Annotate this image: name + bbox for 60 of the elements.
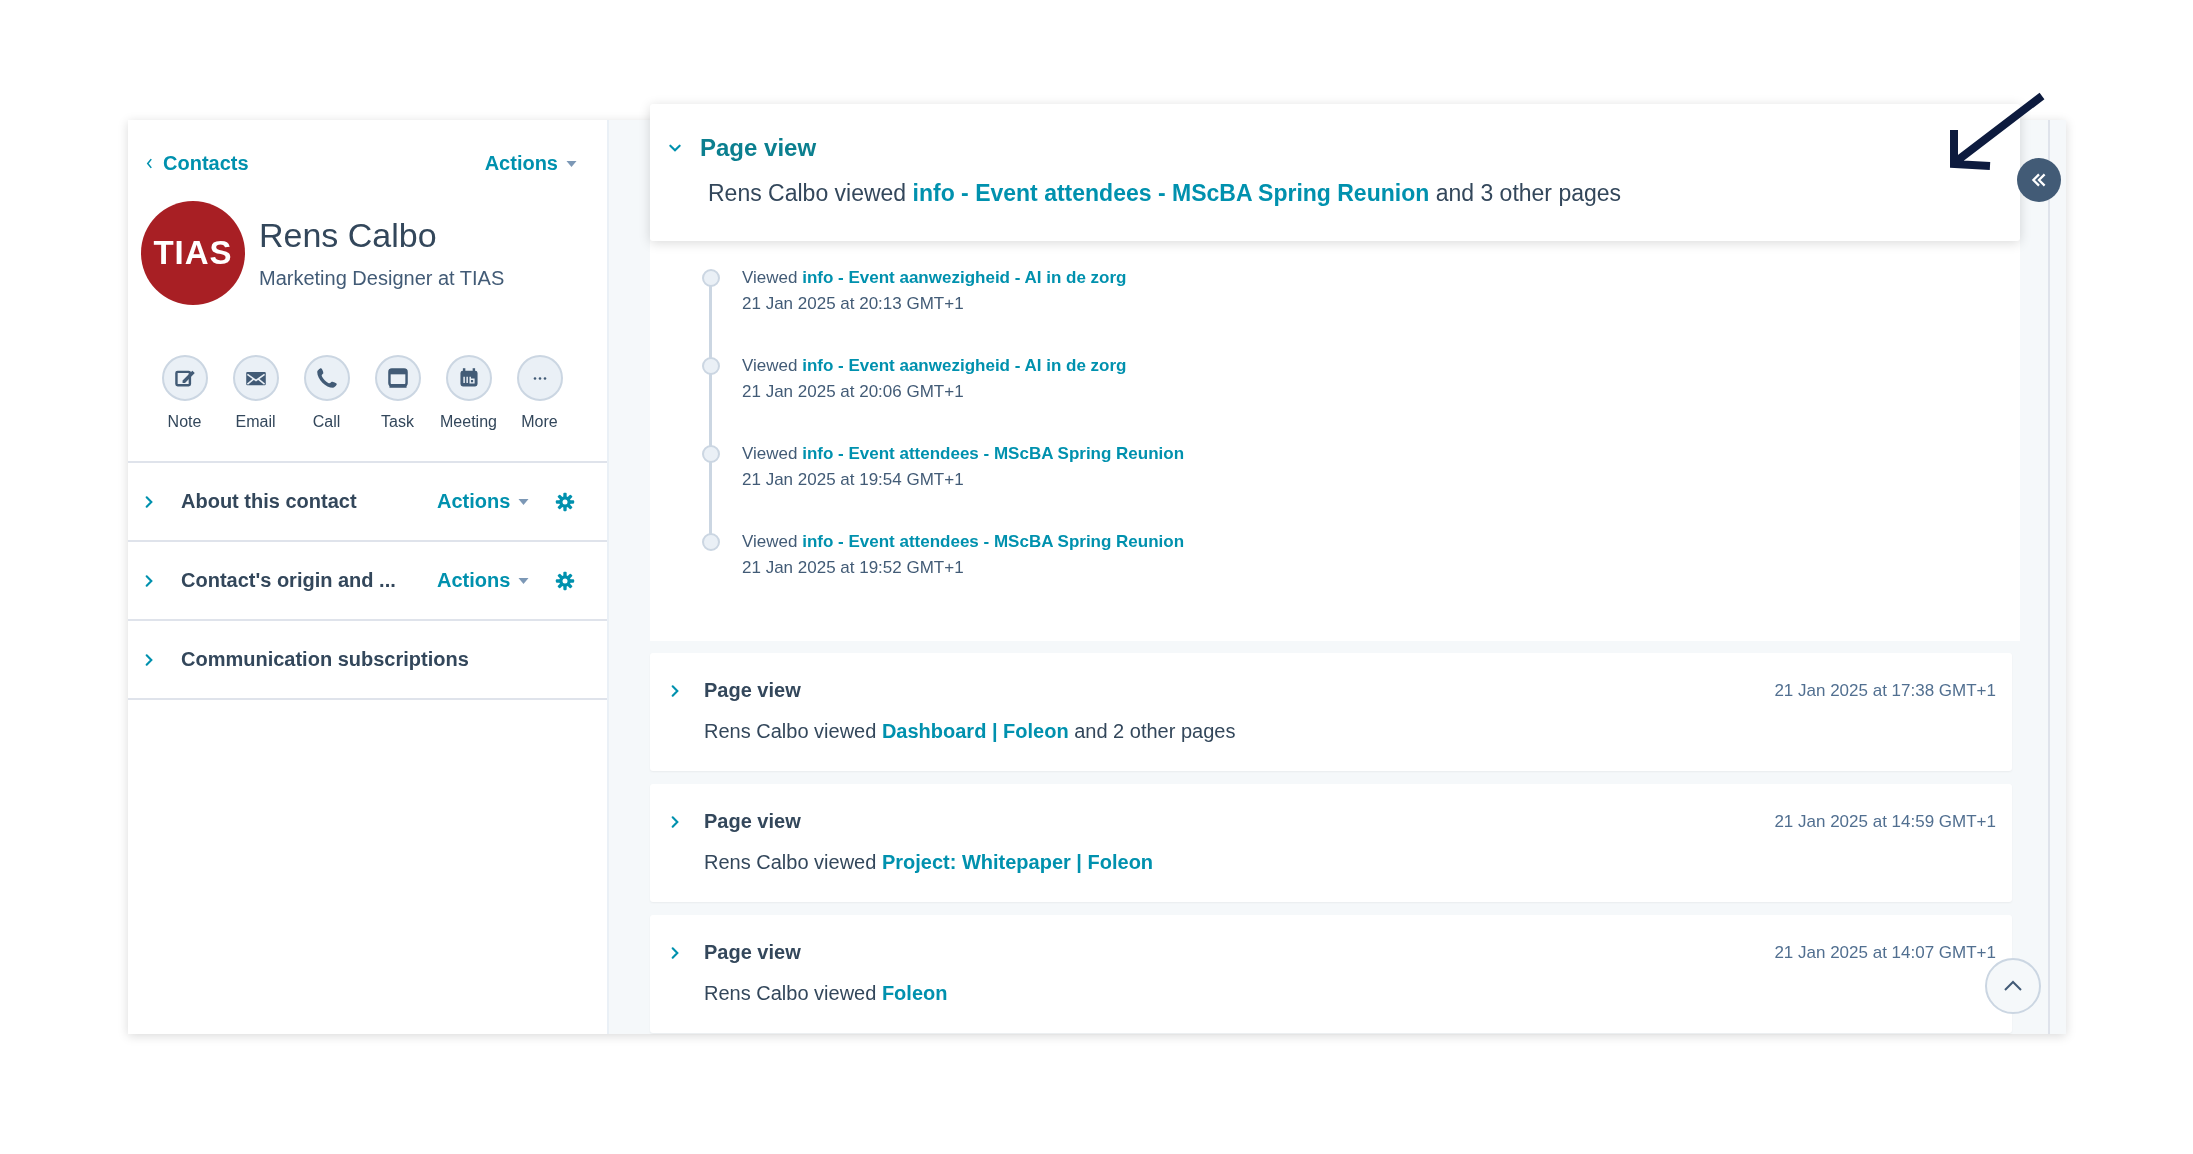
quick-action-label: Task: [381, 413, 414, 431]
quick-action-label: Call: [312, 413, 341, 431]
actions-dropdown[interactable]: Actions: [437, 490, 530, 513]
activity-summary: Rens Calbo viewed Dashboard | Foleon and 2 other pages: [704, 720, 1237, 743]
activity-title[interactable]: Page view: [704, 679, 1775, 702]
job-title: Marketing Designer at TIAS: [259, 267, 505, 290]
timestamp: 21 Jan 2025 at 20:06 GMT+1: [742, 381, 965, 403]
caret-icon: [566, 160, 577, 167]
timestamp: 21 Jan 2025 at 19:52 GMT+1: [742, 557, 965, 579]
contact-name: Rens Calbo: [259, 216, 438, 255]
timeline-entry: Viewed info - Event attendees - MScBA Spring Reunion: [742, 531, 1185, 553]
chevron-up-icon: [2003, 980, 2023, 992]
page-link[interactable]: info - Event attendees - MScBA Spring Reunion: [912, 180, 1430, 206]
task-icon: [386, 367, 409, 389]
quick-action-button[interactable]: Meeting: [433, 355, 504, 431]
timestamp: 21 Jan 2025 at 14:59 GMT+1: [1774, 811, 1996, 832]
settings-icon[interactable]: [555, 570, 576, 591]
quick-action-button[interactable]: Email: [220, 355, 291, 431]
caret-icon: [518, 498, 530, 505]
timestamp: 21 Jan 2025 at 19:54 GMT+1: [742, 469, 965, 491]
company-logo: TIAS: [141, 201, 245, 305]
page-link[interactable]: Project: Whitepaper | Foleon: [881, 851, 1154, 873]
timeline-entry: Viewed info - Event aanwezigheid - AI in de zorg: [742, 355, 1127, 377]
caret-icon: [518, 577, 530, 584]
activity-summary: Rens Calbo viewed Project: Whitepaper | Foleon: [704, 851, 1155, 874]
settings-icon[interactable]: [555, 491, 576, 512]
meeting-icon: [457, 367, 480, 389]
activity-title[interactable]: Page view: [704, 810, 1775, 833]
activity-title[interactable]: Page view: [704, 941, 1775, 964]
page-link[interactable]: Dashboard | Foleon: [881, 720, 1069, 742]
timeline-entry: Viewed info - Event aanwezigheid - AI in de zorg: [742, 267, 1127, 289]
timestamp: 21 Jan 2025 at 14:07 GMT+1: [1774, 942, 1996, 963]
timestamp: 21 Jan 2025 at 20:13 GMT+1: [742, 293, 965, 315]
timeline-entry: Viewed info - Event attendees - MScBA Spring Reunion: [742, 443, 1185, 465]
page-link[interactable]: info - Event aanwezigheid - AI in de zorg: [802, 268, 1127, 287]
quick-action-button[interactable]: Task: [362, 355, 433, 431]
quick-action-button[interactable]: Call: [291, 355, 362, 431]
page-link[interactable]: info - Event aanwezigheid - AI in de zorg: [802, 356, 1127, 375]
timestamp: 21 Jan 2025 at 17:38 GMT+1: [1774, 680, 1996, 701]
section-title[interactable]: Contact's origin and ...: [181, 569, 437, 592]
quick-action-button[interactable]: Note: [149, 355, 220, 431]
back-link[interactable]: Contacts: [146, 152, 249, 175]
section-title[interactable]: About this contact: [181, 490, 437, 513]
quick-action-label: Email: [235, 413, 276, 431]
section-title[interactable]: Communication subscriptions: [181, 648, 469, 671]
actions-dropdown[interactable]: Actions: [437, 569, 530, 592]
chevron-left-icon: [146, 158, 153, 169]
actions-dropdown[interactable]: Actions: [484, 152, 577, 175]
activity-summary: Rens Calbo viewed info - Event attendees - MScBA Spring Reunion and 3 other pages: [708, 180, 1623, 207]
page-link[interactable]: Foleon: [881, 982, 948, 1004]
more-icon: [532, 376, 547, 380]
quick-action-label: Note: [167, 413, 202, 431]
quick-action-label: More: [521, 413, 558, 431]
activity-title[interactable]: Page view: [700, 134, 817, 162]
call-icon: [315, 367, 338, 389]
page-link[interactable]: info - Event attendees - MScBA Spring Reunion: [802, 444, 1185, 463]
page-link[interactable]: info - Event attendees - MScBA Spring Reunion: [802, 532, 1185, 551]
double-chevron-icon: [2030, 171, 2048, 189]
quick-action-label: Meeting: [440, 413, 497, 431]
quick-action-button[interactable]: More: [504, 355, 575, 431]
